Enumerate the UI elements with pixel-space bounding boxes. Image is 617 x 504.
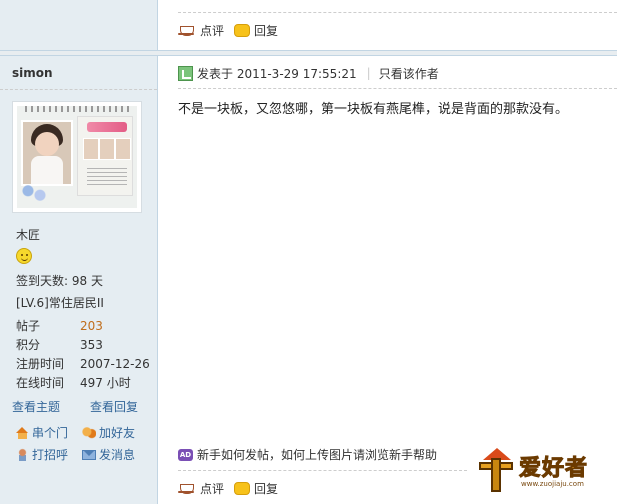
thumbnail — [83, 138, 99, 160]
help-notice-text: 新手如何发帖，如何上传图片请浏览新手帮助 — [197, 448, 438, 462]
message-link[interactable]: 发消息 — [82, 446, 135, 463]
flowers — [19, 182, 49, 204]
stat-label: 积分 — [16, 338, 41, 352]
reply-button[interactable]: 回复 — [234, 480, 278, 497]
post-header: 发表于 2011-3-29 17:55:21 | 只看该作者 — [178, 64, 439, 82]
divider — [178, 88, 617, 89]
post-body: 不是一块板，又忽悠哪，第一块板有燕尾榫，说是背面的那款没有。 — [178, 102, 569, 117]
visit-label: 串个门 — [32, 426, 69, 440]
stat-label: 在线时间 — [16, 376, 65, 390]
thumbnail — [99, 138, 115, 160]
post-content: 发表于 2011-3-29 17:55:21 | 只看该作者 不是一块板，又忽悠… — [159, 56, 617, 504]
avatar-image — [17, 106, 137, 208]
smiley-icon — [16, 248, 32, 264]
reply-bubble-icon — [234, 23, 251, 37]
author-name[interactable]: simon — [12, 66, 53, 80]
reply-label: 回复 — [254, 23, 279, 38]
social-links-row-1: 串个门 加好友 — [16, 424, 146, 441]
cup-icon — [178, 24, 196, 36]
help-icon: AD — [178, 448, 193, 461]
message-label: 发消息 — [99, 448, 136, 462]
stat-label: 帖子 — [16, 319, 41, 333]
user-level: [LV.6]常住居民II — [16, 296, 104, 310]
divider — [178, 12, 617, 13]
previous-post-actions: 点评 回复 — [178, 20, 278, 40]
user-title: 木匠 — [16, 228, 41, 242]
user-stats: 帖子 203 积分 353 注册时间 2007-12-26 在线时间 497 小… — [16, 316, 156, 392]
logo-stem — [491, 458, 501, 492]
stat-value[interactable]: 203 — [80, 319, 103, 333]
panel-text-lines — [87, 168, 127, 188]
separator-pipe: | — [366, 66, 371, 80]
avatar[interactable] — [12, 101, 142, 213]
cup-icon — [178, 482, 196, 494]
logo-mark — [477, 448, 517, 494]
child-dress — [31, 156, 63, 184]
stat-online: 在线时间 497 小时 — [16, 373, 156, 392]
profile-links: 查看主题 查看回复 — [12, 398, 152, 415]
divider — [0, 89, 157, 90]
stat-points: 积分 353 — [16, 335, 156, 354]
home-icon — [16, 426, 29, 439]
stat-label: 注册时间 — [16, 357, 65, 371]
add-friend-label: 加好友 — [99, 426, 136, 440]
reply-label: 回复 — [254, 481, 279, 496]
site-logo: 爱好者 www.zuojiaju.com — [477, 446, 609, 498]
logo-text: 爱好者 — [518, 456, 589, 482]
comment-button[interactable]: 点评 — [178, 480, 224, 497]
stat-value: 497 小时 — [80, 376, 131, 390]
greet-label: 打招呼 — [32, 448, 69, 462]
previous-post-sidebar — [0, 0, 158, 50]
stat-value: 353 — [80, 337, 103, 352]
reply-bubble-icon — [234, 481, 251, 495]
comment-label: 点评 — [200, 481, 225, 496]
social-links-row-2: 打招呼 发消息 — [16, 446, 146, 463]
reply-button[interactable]: 回复 — [234, 22, 278, 39]
calendar-rings — [25, 106, 129, 112]
post-timestamp: 发表于 2011-3-29 17:55:21 — [197, 66, 357, 81]
comment-label: 点评 — [200, 23, 225, 38]
view-topics-link[interactable]: 查看主题 — [12, 398, 60, 415]
divider — [178, 470, 467, 471]
stat-value: 2007-12-26 — [80, 356, 150, 371]
help-notice[interactable]: AD 新手如何发帖，如何上传图片请浏览新手帮助 — [178, 446, 437, 463]
comment-button[interactable]: 点评 — [178, 22, 224, 39]
child-face — [35, 132, 59, 156]
greet-icon — [16, 448, 29, 461]
view-replies-link[interactable]: 查看回复 — [90, 398, 138, 415]
add-friend-icon — [82, 426, 97, 439]
logo-url: www.zuojiaju.com — [521, 480, 584, 488]
add-friend-link[interactable]: 加好友 — [82, 424, 135, 441]
author-sidebar: simon 木匠 签到天数: 98 天 [LV.6]常住居民II 帖子 203 … — [0, 56, 158, 504]
greet-link[interactable]: 打招呼 — [16, 446, 68, 463]
checkin-days: 签到天数: 98 天 — [16, 274, 103, 288]
post-icon — [178, 65, 193, 81]
stat-registered: 注册时间 2007-12-26 — [16, 354, 156, 373]
thumbnail — [115, 138, 131, 160]
visit-link[interactable]: 串个门 — [16, 424, 68, 441]
panel-title — [87, 122, 127, 132]
post-actions: 点评 回复 — [178, 478, 278, 498]
author-only-link[interactable]: 只看该作者 — [379, 65, 439, 82]
stat-posts: 帖子 203 — [16, 316, 156, 335]
mail-icon — [82, 449, 97, 460]
